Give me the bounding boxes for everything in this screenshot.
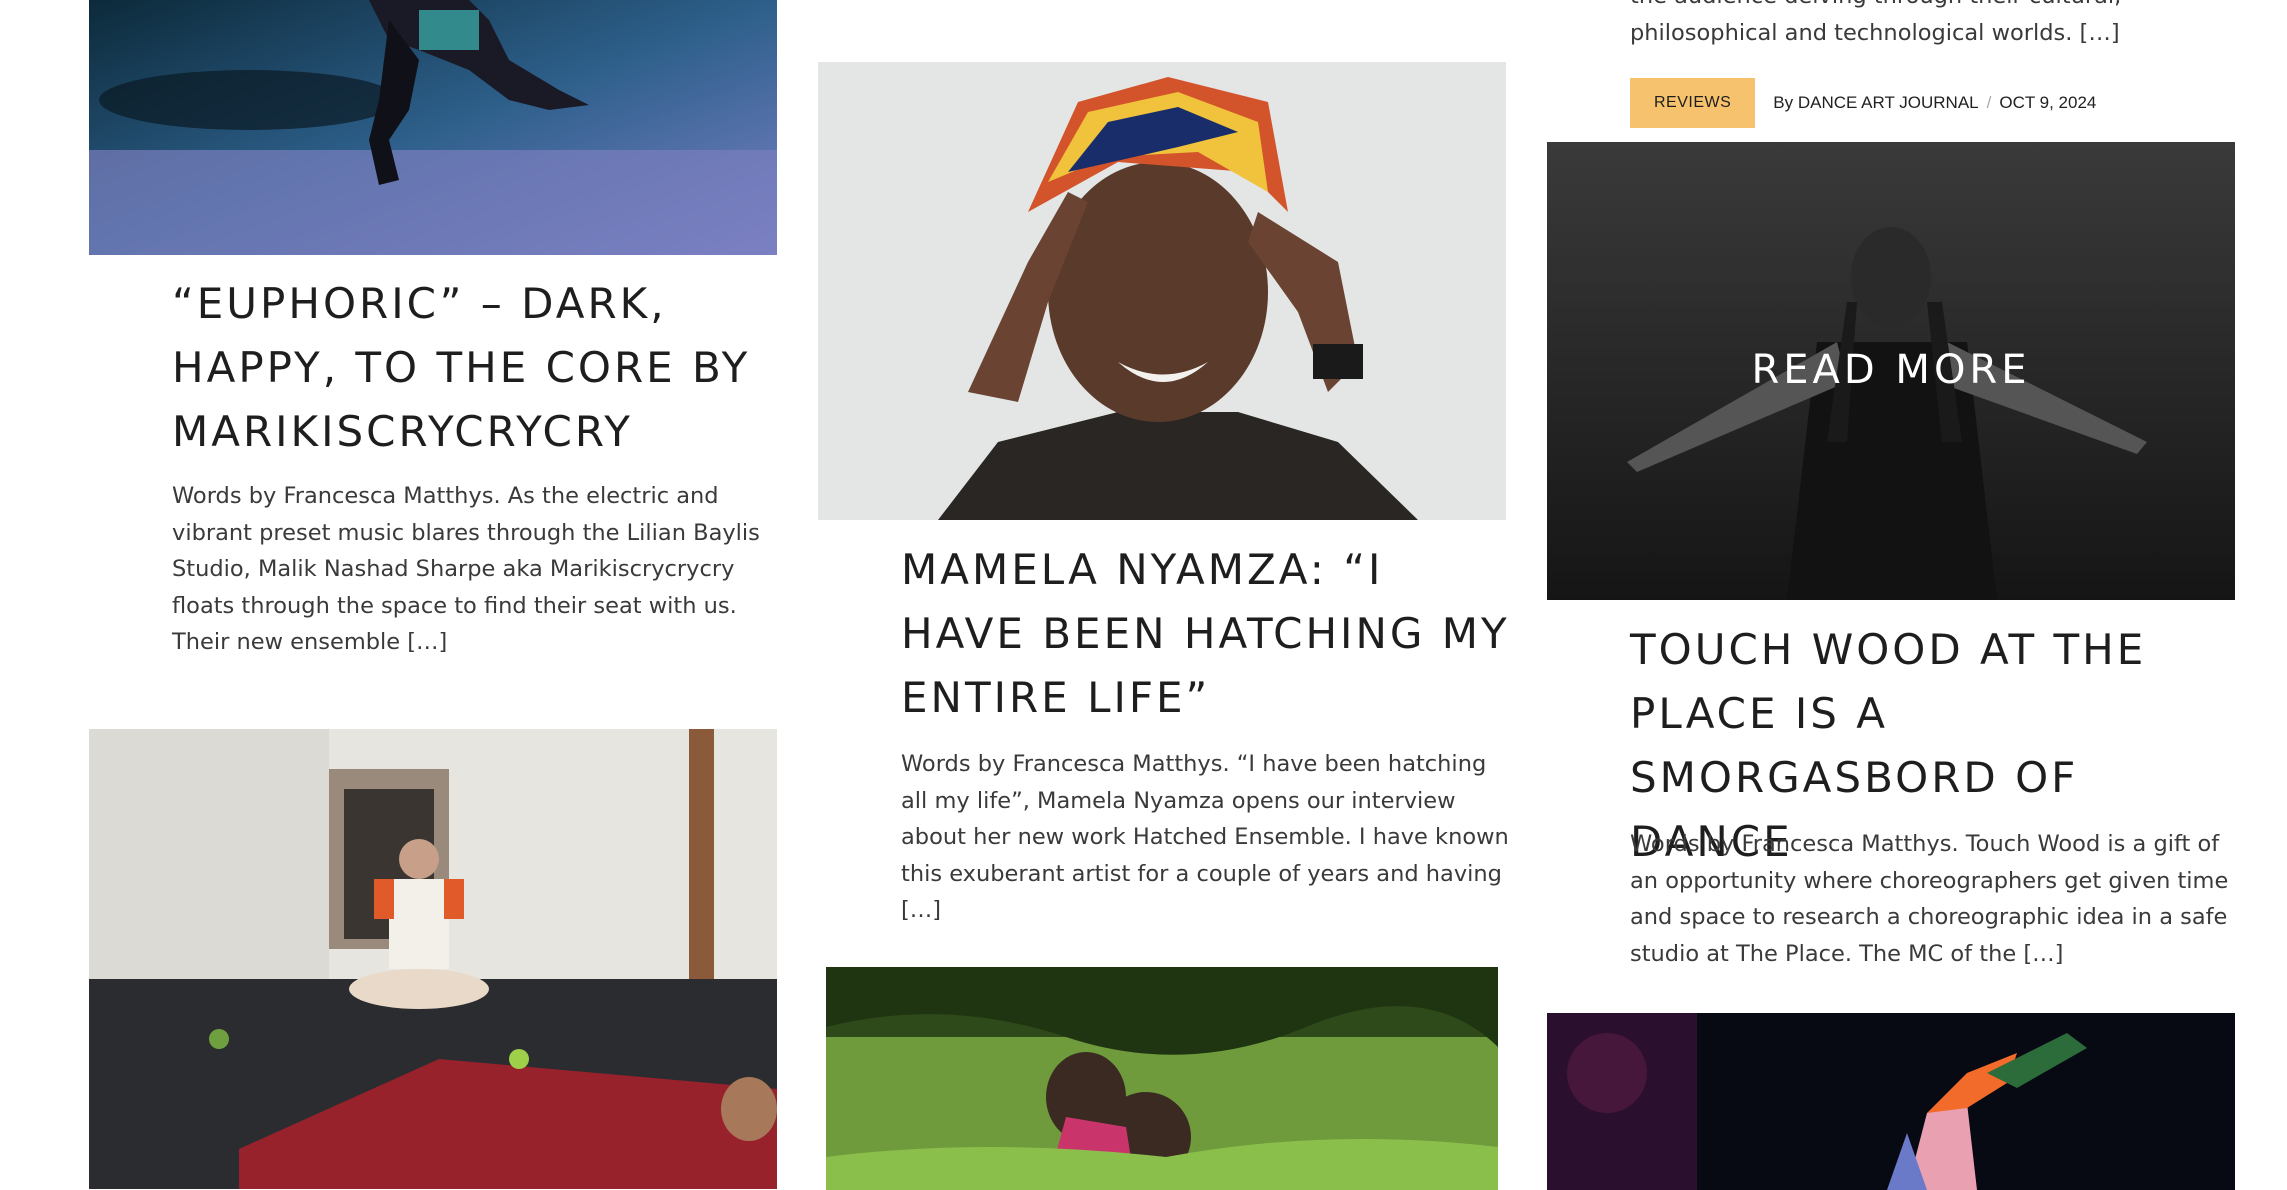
post-image-ritual[interactable] [89,729,777,1189]
post-excerpt: Words by Francesca Matthys. As the elect… [172,483,760,655]
post-excerpt: Words by Francesca Matthys. “I have been… [901,751,1509,923]
post-image-euphoric[interactable] [89,0,777,255]
post-image-performance[interactable] [1547,1013,2235,1190]
blog-grid: “EUPHORIC” – DARK, HAPPY, TO THE CORE BY… [0,0,2287,1190]
post-title[interactable]: MAMELA NYAMZA: “I HAVE BEEN HATCHING MY … [901,538,1521,730]
post-image-garden[interactable] [826,967,1498,1190]
post-title[interactable]: “EUPHORIC” – DARK, HAPPY, TO THE CORE BY… [172,272,792,464]
post-meta: REVIEWS By DANCE ART JOURNAL / OCT 9, 20… [1630,78,2096,128]
read-more-overlay[interactable]: READ MORE [1547,347,2235,393]
by-label: By [1773,93,1794,112]
post-image-mamela[interactable] [818,62,1506,520]
author-link[interactable]: DANCE ART JOURNAL [1798,93,1979,113]
post-date: OCT 9, 2024 [1999,93,2097,112]
category-badge[interactable]: REVIEWS [1630,78,1756,128]
post-excerpt: Words by Francesca Matthys. Touch Wood i… [1630,831,2229,967]
meta-separator: / [1986,93,1992,112]
post-image-touch-wood[interactable]: READ MORE [1547,142,2235,600]
post-excerpt-tail: the audience delving through their cultu… [1630,0,2121,46]
